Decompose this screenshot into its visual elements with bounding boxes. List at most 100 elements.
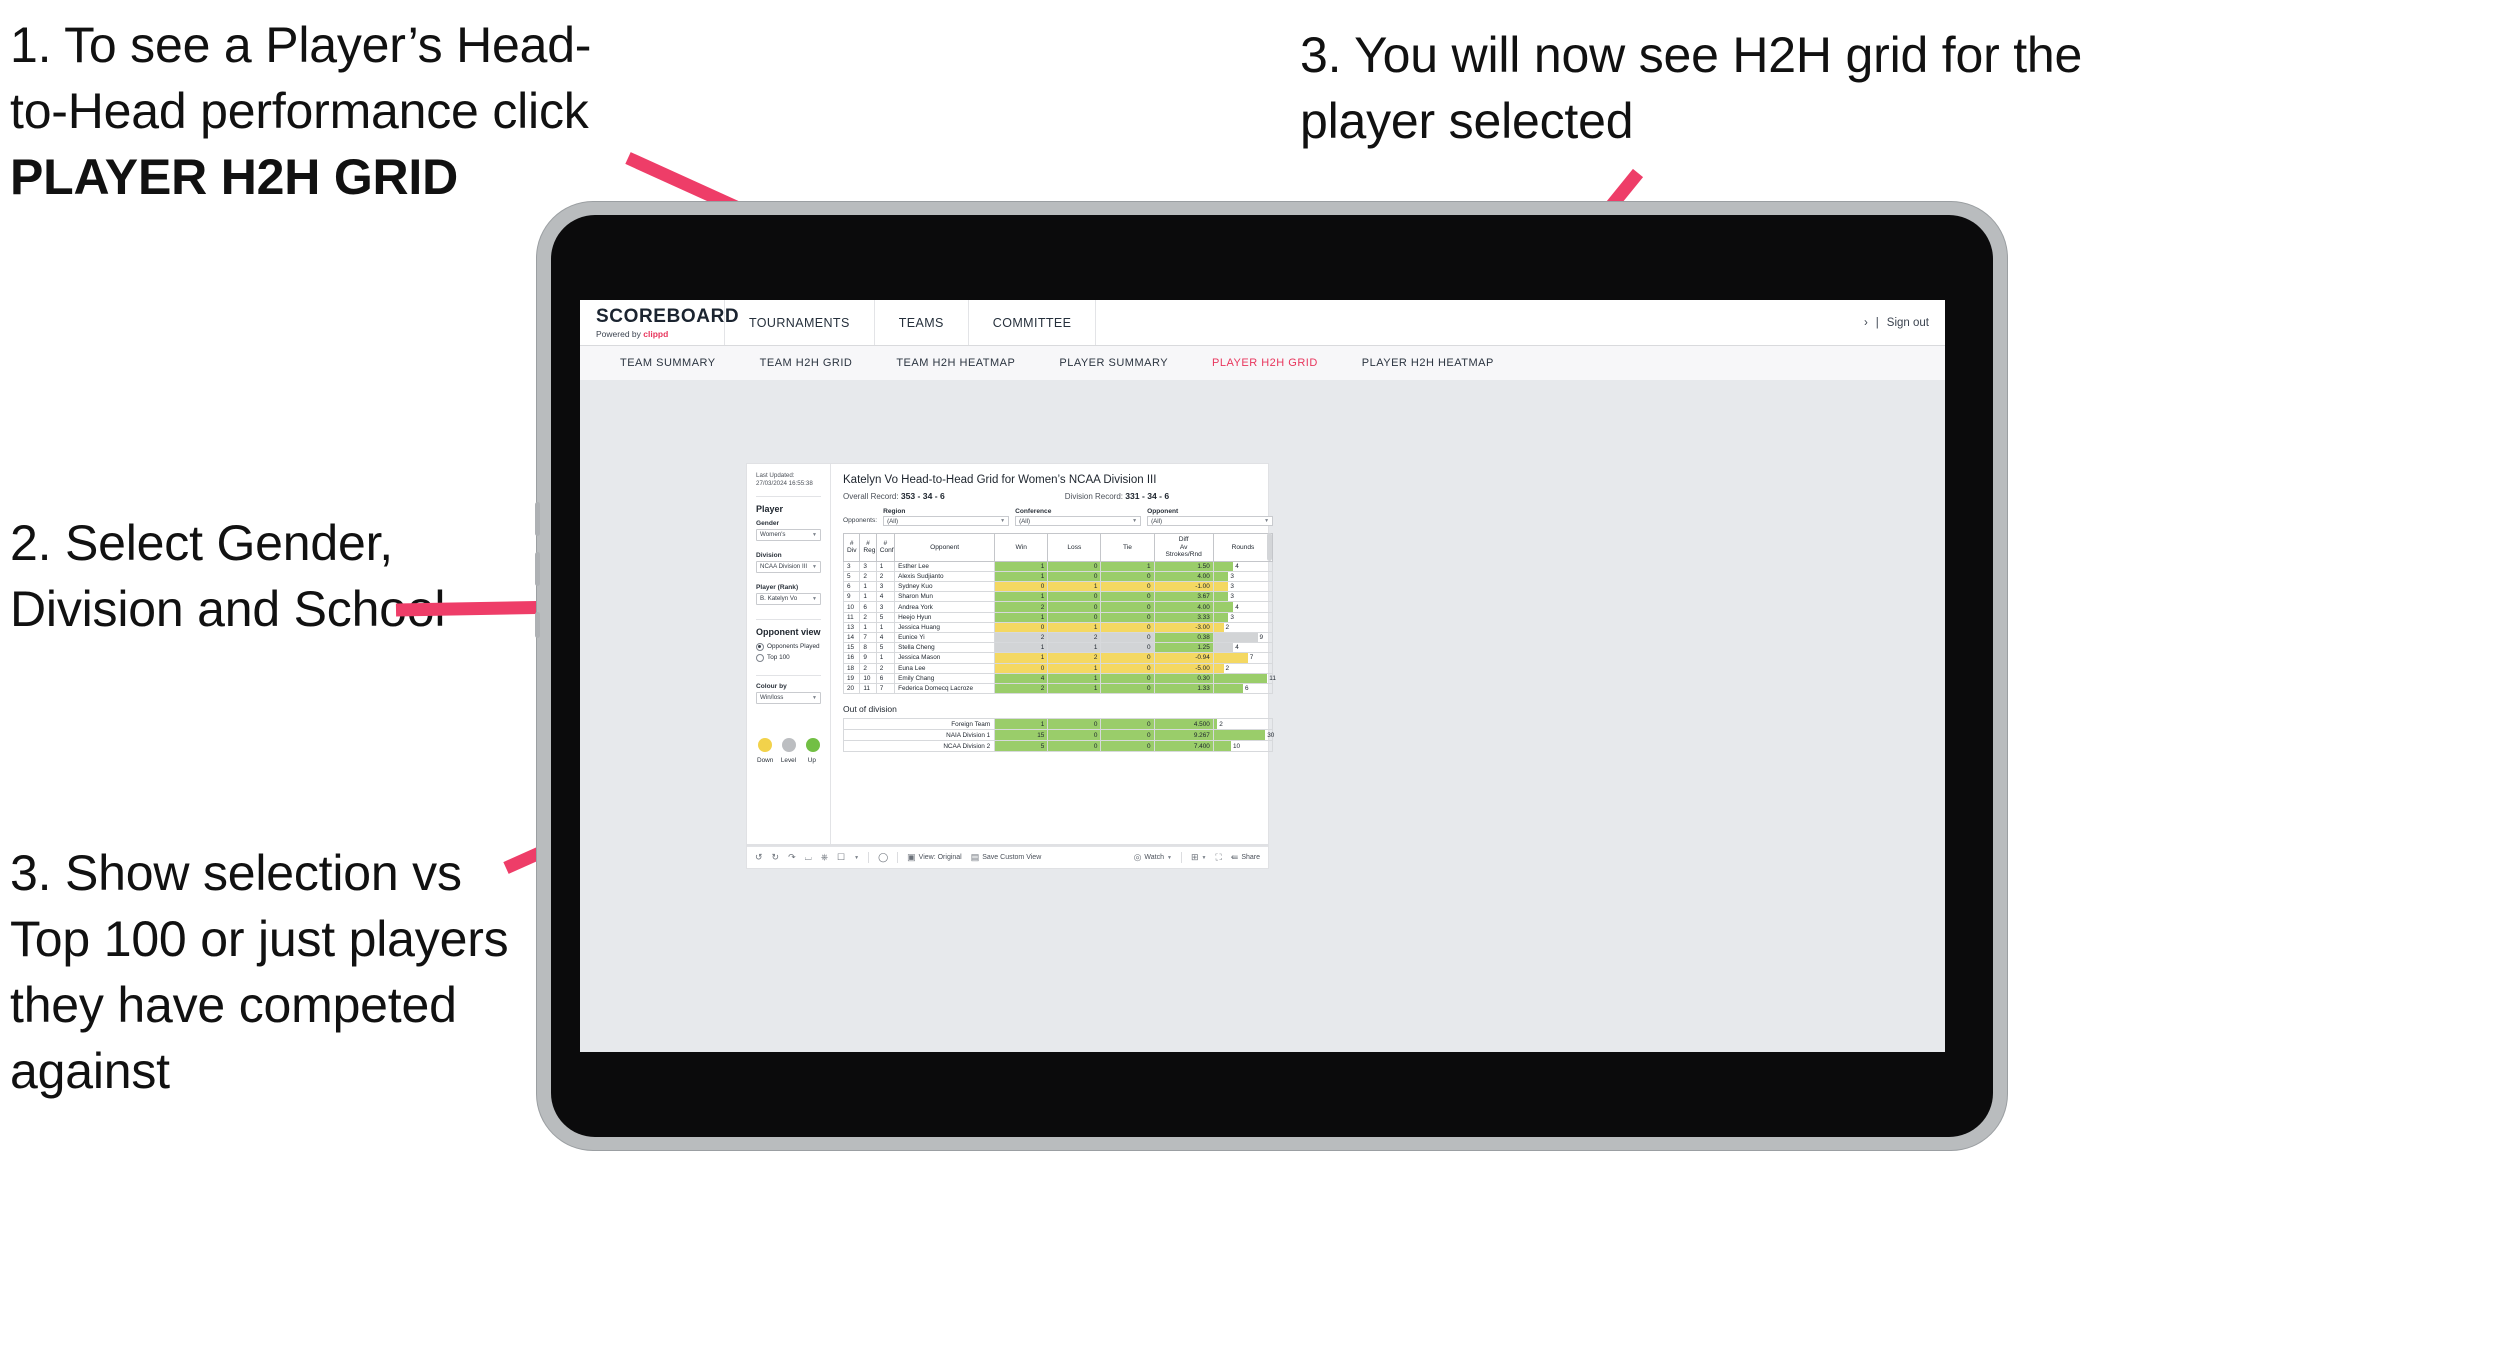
cell-ood-tie[interactable]: 0 <box>1100 718 1155 731</box>
col-div[interactable]: # Div <box>842 533 861 562</box>
cell-loss[interactable]: 1 <box>1047 662 1102 674</box>
cell-diff[interactable]: 4.00 <box>1153 570 1214 583</box>
cell-loss[interactable]: 0 <box>1047 611 1102 623</box>
topnav-item-committee[interactable]: COMMITTEE <box>969 300 1097 345</box>
cell-conf[interactable]: 2 <box>875 662 896 674</box>
cell-conf[interactable]: 6 <box>875 672 896 684</box>
cell-div[interactable]: 13 <box>842 621 861 634</box>
cell-conf[interactable]: 5 <box>875 642 896 654</box>
cell-div[interactable]: 15 <box>842 642 861 654</box>
cell-conf[interactable]: 4 <box>875 632 896 644</box>
cell-loss[interactable]: 1 <box>1047 682 1102 695</box>
cell-div[interactable]: 3 <box>842 560 861 572</box>
table-row[interactable]: 9 1 4 Sharon Mun 1 0 0 3.67 3 <box>842 591 1274 603</box>
cell-ood-diff[interactable]: 9.267 <box>1153 729 1214 742</box>
share-button[interactable]: ⇚ Share <box>1231 853 1260 862</box>
cell-diff[interactable]: -0.94 <box>1153 652 1214 664</box>
cell-loss[interactable]: 0 <box>1047 570 1102 583</box>
cell-tie[interactable]: 0 <box>1100 611 1155 623</box>
cell-reg[interactable]: 1 <box>859 591 877 603</box>
cell-div[interactable]: 10 <box>842 601 861 613</box>
cell-win[interactable]: 1 <box>994 611 1049 623</box>
legend-swatch-down[interactable] <box>758 737 772 752</box>
cell-diff[interactable]: 0.30 <box>1153 672 1214 684</box>
view-original-button[interactable]: ▣ View: Original <box>907 853 962 862</box>
cell-rounds[interactable]: 9 <box>1212 632 1274 644</box>
cell-reg[interactable]: 11 <box>859 682 877 695</box>
cell-ood-loss[interactable]: 0 <box>1047 740 1102 753</box>
cell-ood-tie[interactable]: 0 <box>1100 740 1155 753</box>
cell-opponent[interactable]: Heejo Hyun <box>894 611 996 623</box>
cell-rounds[interactable]: 4 <box>1212 560 1274 572</box>
cell-rounds[interactable]: 3 <box>1212 570 1274 583</box>
cell-loss[interactable]: 1 <box>1047 642 1102 654</box>
cell-div[interactable]: 5 <box>842 570 861 583</box>
cell-rounds[interactable]: 2 <box>1212 662 1274 674</box>
cell-tie[interactable]: 0 <box>1100 652 1155 664</box>
table-row[interactable]: 10 6 3 Andrea York 2 0 0 4.00 4 <box>842 601 1274 613</box>
cell-conf[interactable]: 3 <box>875 601 896 613</box>
cell-ood-loss[interactable]: 0 <box>1047 718 1102 731</box>
table-row[interactable]: 13 1 1 Jessica Huang 0 1 0 -3.00 2 <box>842 621 1274 634</box>
tab-team-h2h-grid[interactable]: TEAM H2H GRID <box>738 346 875 380</box>
opponent-filter-select[interactable]: (All) ▼ <box>1147 516 1274 526</box>
table-row[interactable]: 15 8 5 Stella Cheng 1 1 0 1.25 4 <box>842 642 1274 654</box>
cell-reg[interactable]: 1 <box>859 581 877 593</box>
pause-icon[interactable]: ⎈ <box>821 853 828 862</box>
cell-reg[interactable]: 2 <box>859 570 877 583</box>
redo-icon[interactable]: ↻ <box>772 853 780 862</box>
cell-loss[interactable]: 0 <box>1047 601 1102 613</box>
table-scrollbar[interactable] <box>1267 533 1273 561</box>
table-row[interactable]: 20 11 7 Federica Domecq Lacroze 2 1 0 1.33 6 <box>842 682 1274 695</box>
cell-rounds[interactable]: 3 <box>1212 611 1274 623</box>
cell-rounds[interactable]: 6 <box>1212 682 1274 695</box>
topnav-item-tournaments[interactable]: TOURNAMENTS <box>725 300 875 345</box>
cell-ood-loss[interactable]: 0 <box>1047 729 1102 742</box>
cell-div[interactable]: 9 <box>842 591 861 603</box>
cell-win[interactable]: 0 <box>994 662 1049 674</box>
cell-ood-name[interactable]: Foreign Team <box>842 718 996 731</box>
undo-icon[interactable]: ↺ <box>755 853 763 862</box>
radio-opponents-played[interactable]: Opponents Played <box>756 642 821 651</box>
chevron-down-icon[interactable]: ▼ <box>854 855 859 861</box>
download-button[interactable]: ⊞ ▼ <box>1191 853 1207 862</box>
tablet-button-volume-down[interactable] <box>535 552 540 586</box>
cell-ood-diff[interactable]: 4.500 <box>1153 718 1214 731</box>
cell-tie[interactable]: 0 <box>1100 581 1155 593</box>
table-row[interactable]: 3 3 1 Esther Lee 1 0 1 1.50 4 <box>842 560 1274 572</box>
table-row[interactable]: 11 2 5 Heejo Hyun 1 0 0 3.33 3 <box>842 611 1274 623</box>
table-row[interactable]: 14 7 4 Eunice Yi 2 2 0 0.38 9 <box>842 632 1274 644</box>
tablet-button-volume-up[interactable] <box>535 502 540 536</box>
cell-win[interactable]: 1 <box>994 642 1049 654</box>
table-row[interactable]: 5 2 2 Alexis Sudjianto 1 0 0 4.00 3 <box>842 570 1274 583</box>
col-loss[interactable]: Loss <box>1047 533 1102 562</box>
cell-conf[interactable]: 5 <box>875 611 896 623</box>
save-custom-view-button[interactable]: ▤ Save Custom View <box>971 853 1042 862</box>
cell-conf[interactable]: 4 <box>875 591 896 603</box>
cell-diff[interactable]: -1.00 <box>1153 581 1214 593</box>
cell-reg[interactable]: 8 <box>859 642 877 654</box>
tab-team-summary[interactable]: TEAM SUMMARY <box>598 346 738 380</box>
cell-ood-rounds[interactable]: 2 <box>1212 718 1274 731</box>
cell-tie[interactable]: 0 <box>1100 642 1155 654</box>
col-tie[interactable]: Tie <box>1100 533 1155 562</box>
cell-tie[interactable]: 0 <box>1100 570 1155 583</box>
cell-win[interactable]: 1 <box>994 652 1049 664</box>
cell-reg[interactable]: 9 <box>859 652 877 664</box>
cell-opponent[interactable]: Jessica Mason <box>894 652 996 664</box>
table-row[interactable]: 18 2 2 Euna Lee 0 1 0 -5.00 2 <box>842 662 1274 674</box>
col-reg[interactable]: # Reg <box>859 533 877 562</box>
watch-button[interactable]: ◎ Watch ▼ <box>1134 853 1172 862</box>
radio-top-100[interactable]: Top 100 <box>756 653 821 662</box>
cell-reg[interactable]: 1 <box>859 621 877 634</box>
cell-ood-rounds[interactable]: 10 <box>1212 740 1274 753</box>
cell-diff[interactable]: 0.38 <box>1153 632 1214 644</box>
cell-conf[interactable]: 1 <box>875 652 896 664</box>
cell-tie[interactable]: 0 <box>1100 621 1155 634</box>
cell-tie[interactable]: 0 <box>1100 662 1155 674</box>
col-rounds[interactable]: Rounds <box>1212 533 1274 562</box>
cell-diff[interactable]: 3.33 <box>1153 611 1214 623</box>
cell-conf[interactable]: 1 <box>875 560 896 572</box>
cell-win[interactable]: 1 <box>994 560 1049 572</box>
table-row[interactable]: 16 9 1 Jessica Mason 1 2 0 -0.94 7 <box>842 652 1274 664</box>
